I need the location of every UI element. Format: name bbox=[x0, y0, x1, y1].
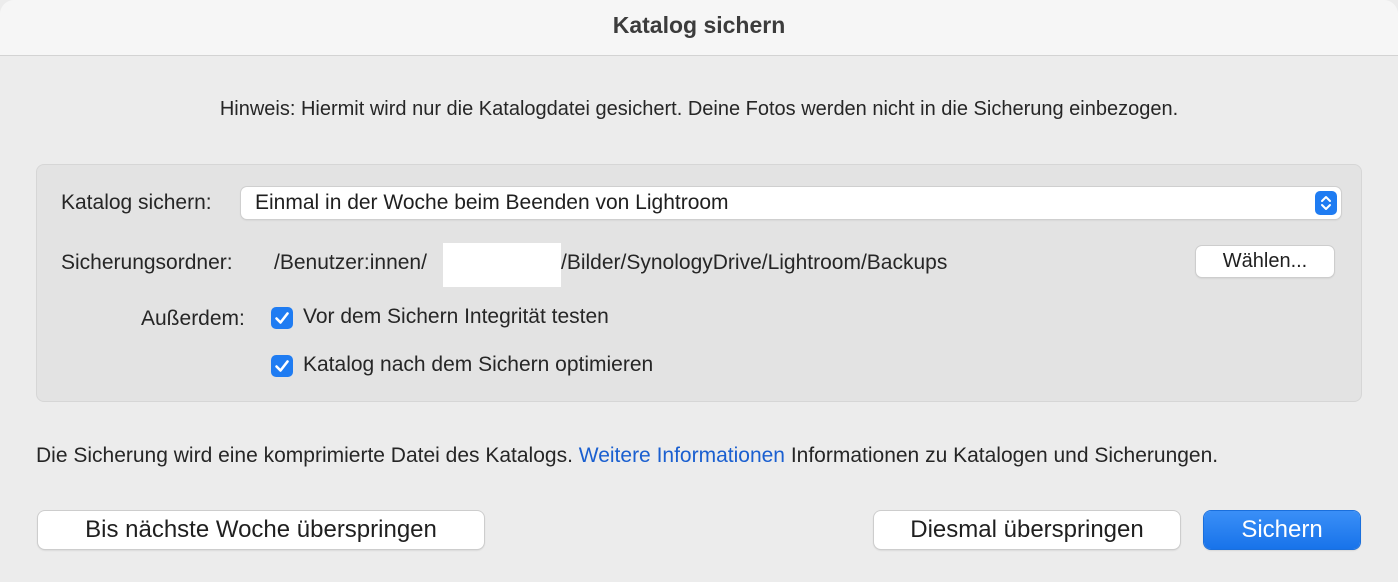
backup-frequency-value: Einmal in der Woche beim Beenden von Lig… bbox=[255, 191, 729, 214]
checkmark-icon bbox=[275, 312, 289, 324]
also-label: Außerdem: bbox=[141, 307, 245, 330]
integrity-test-checkbox[interactable] bbox=[271, 307, 293, 329]
info-text-before: Die Sicherung wird eine komprimierte Dat… bbox=[36, 444, 573, 467]
optimize-catalog-checkbox[interactable] bbox=[271, 355, 293, 377]
choose-folder-button[interactable]: Wählen... bbox=[1196, 246, 1334, 277]
info-text: Die Sicherung wird eine komprimierte Dat… bbox=[36, 444, 1218, 468]
title-bar: Katalog sichern bbox=[0, 0, 1398, 56]
chevron-up-down-icon bbox=[1315, 191, 1337, 215]
info-text-after: Informationen zu Katalogen und Sicherung… bbox=[790, 444, 1219, 467]
more-info-link[interactable]: Weitere Informationen bbox=[579, 444, 785, 467]
backup-folder-label: Sicherungsordner: bbox=[61, 251, 233, 274]
backup-frequency-label: Katalog sichern: bbox=[61, 191, 212, 214]
backup-folder-path-end: /Bilder/SynologyDrive/Lightroom/Backups bbox=[561, 251, 948, 274]
notice-text: Hinweis: Hiermit wird nur die Katalogdat… bbox=[219, 98, 1179, 120]
window-title: Katalog sichern bbox=[612, 12, 786, 38]
integrity-test-label[interactable]: Vor dem Sichern Integrität testen bbox=[303, 305, 609, 329]
backup-button[interactable]: Sichern bbox=[1204, 511, 1360, 549]
redacted-username bbox=[443, 243, 561, 287]
checkmark-icon bbox=[275, 360, 289, 372]
optimize-catalog-label[interactable]: Katalog nach dem Sichern optimieren bbox=[303, 353, 653, 377]
settings-panel: Katalog sichern: Einmal in der Woche bei… bbox=[36, 164, 1362, 402]
skip-this-time-button[interactable]: Diesmal überspringen bbox=[874, 511, 1180, 549]
backup-folder-path-start: /Benutzer:innen/ bbox=[274, 251, 427, 274]
skip-until-next-week-button[interactable]: Bis nächste Woche überspringen bbox=[38, 511, 484, 549]
backup-frequency-select[interactable]: Einmal in der Woche beim Beenden von Lig… bbox=[241, 187, 1341, 219]
